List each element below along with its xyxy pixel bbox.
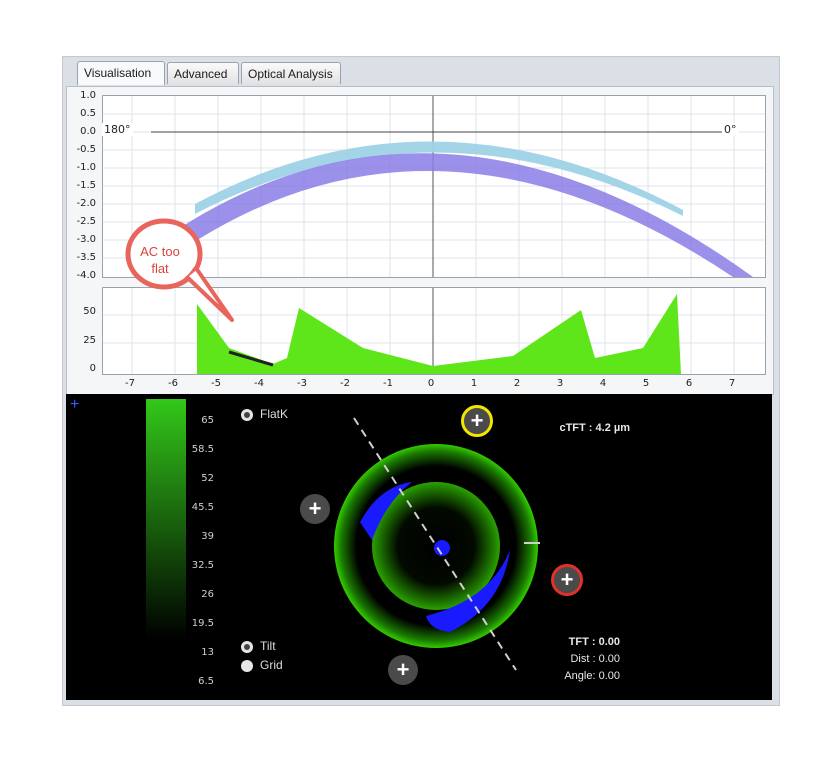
color-scale-bar xyxy=(146,399,186,639)
x-tick: -6 xyxy=(168,378,178,389)
tilt-label: Tilt xyxy=(260,639,276,653)
x-tick: -2 xyxy=(340,378,350,389)
tilt-radio[interactable] xyxy=(241,641,253,653)
scale-label: 19.5 xyxy=(191,618,214,629)
y-tick: 0 xyxy=(89,363,96,374)
y-tick: -2.5 xyxy=(76,216,96,227)
y-tick: 1.0 xyxy=(80,90,96,101)
x-tick: -4 xyxy=(254,378,264,389)
scale-label: 65 xyxy=(201,415,214,426)
x-tick: -3 xyxy=(297,378,307,389)
scale-label: 39 xyxy=(201,531,214,542)
y-tick: -3.5 xyxy=(76,252,96,263)
y-tick: -2.0 xyxy=(76,198,96,209)
scale-label: 26 xyxy=(201,589,214,600)
x-tick: 4 xyxy=(599,378,607,389)
x-tick: 0 xyxy=(427,378,435,389)
tab-visualisation[interactable]: Visualisation xyxy=(77,61,165,85)
y-tick: 25 xyxy=(83,335,96,346)
x-tick: -7 xyxy=(125,378,135,389)
scale-label: 6.5 xyxy=(198,676,214,687)
flatk-radio[interactable] xyxy=(241,409,253,421)
add-point-button[interactable]: + xyxy=(300,494,330,524)
y-tick: -4.0 xyxy=(76,270,96,281)
grid-label: Grid xyxy=(260,658,283,672)
meridian-left-label: 180° xyxy=(102,123,133,136)
ctft-readout: cTFT : 4.2 µm xyxy=(559,422,630,434)
scale-label: 52 xyxy=(201,473,214,484)
scale-label: 58.5 xyxy=(191,444,214,455)
scale-label: 32.5 xyxy=(191,560,214,571)
x-tick: -5 xyxy=(211,378,221,389)
crosshair-icon[interactable]: + xyxy=(70,397,79,413)
x-tick: -1 xyxy=(383,378,393,389)
add-point-button-selected[interactable]: + xyxy=(461,405,493,437)
scale-label: 45.5 xyxy=(191,502,214,513)
add-point-button-red[interactable]: + xyxy=(551,564,583,596)
y-tick: -3.0 xyxy=(76,234,96,245)
scale-label: 13 xyxy=(201,647,214,658)
tab-advanced[interactable]: Advanced xyxy=(167,62,239,84)
y-tick: -0.5 xyxy=(76,144,96,155)
x-tick: 5 xyxy=(642,378,650,389)
y-tick: -1.5 xyxy=(76,180,96,191)
tft-readout: TFT : 0.00 xyxy=(568,636,620,648)
callout-text: AC too flat xyxy=(140,244,180,276)
tab-optical-analysis[interactable]: Optical Analysis xyxy=(241,62,341,84)
meridian-right-label: 0° xyxy=(722,123,739,136)
x-tick: 2 xyxy=(513,378,521,389)
y-tick: 0.5 xyxy=(80,108,96,119)
y-tick: -1.0 xyxy=(76,162,96,173)
x-tick: 1 xyxy=(470,378,478,389)
dist-readout: Dist : 0.00 xyxy=(570,653,620,665)
flatk-label: FlatK xyxy=(260,407,289,421)
x-tick: 3 xyxy=(556,378,564,389)
add-point-button[interactable]: + xyxy=(388,655,418,685)
x-tick: 6 xyxy=(685,378,693,389)
grid-radio[interactable] xyxy=(241,660,253,672)
y-tick: 0.0 xyxy=(80,126,96,137)
angle-readout: Angle: 0.00 xyxy=(564,670,620,682)
clearance-fill xyxy=(197,294,681,374)
x-tick: 7 xyxy=(728,378,736,389)
y-tick: 50 xyxy=(83,306,96,317)
